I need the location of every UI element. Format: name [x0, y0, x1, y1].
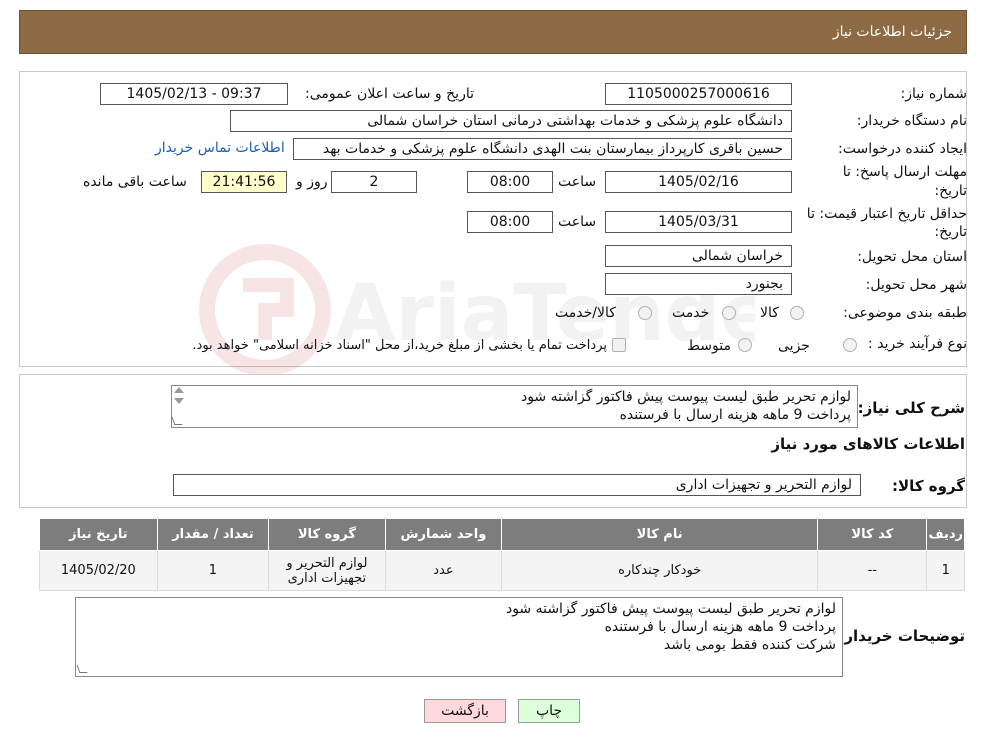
goods-group-field: لوازم التحریر و تجهیزات اداری: [173, 474, 861, 496]
deadline-time-field: 08:00: [467, 171, 553, 193]
goods-group-label: گروه کالا:: [892, 477, 965, 495]
remaining-time-label: ساعت باقی مانده: [83, 174, 187, 190]
category-option-goods-service: کالا/خدمت: [555, 305, 616, 321]
deadline-time-label: ساعت: [558, 174, 597, 190]
province-label: استان محل تحویل:: [857, 249, 967, 265]
buyer-org-label: نام دستگاه خریدار:: [856, 113, 967, 129]
items-table: ردیف کد کالا نام کالا واحد شمارش گروه کا…: [39, 518, 965, 591]
need-number-label: شماره نیاز:: [900, 86, 968, 102]
col-qty: تعداد / مقدار: [156, 518, 270, 551]
remaining-time-field: 21:41:56: [201, 171, 287, 193]
validity-time-field: 08:00: [467, 211, 553, 233]
col-unit: واحد شمارش: [384, 518, 503, 551]
goods-section-title: اطلاعات کالاهای مورد نیاز: [771, 435, 965, 453]
cell-group-line-1: لوازم التحریر و: [286, 555, 368, 571]
announce-date-field: 1405/02/13 - 09:37: [100, 83, 288, 105]
province-field: خراسان شمالی: [605, 245, 792, 267]
buyer-notes-label: توضیحات خریدار:: [838, 627, 965, 645]
cell-group: لوازم التحریر و تجهیزات اداری: [268, 550, 386, 591]
buyer-notes-line-2: پرداخت 9 ماهه هزینه ارسال با فرستنده: [604, 619, 836, 635]
cell-unit: عدد: [384, 550, 503, 591]
description-line-1: لوازم تحریر طبق لیست پیوست پیش فاکتور گز…: [520, 389, 851, 405]
cell-qty: 1: [156, 550, 270, 591]
validity-label: حداقل تاریخ اعتبار قیمت: تا: [806, 206, 967, 222]
deadline-label-date: تاریخ:: [934, 183, 967, 199]
category-radio-goods-service[interactable]: [638, 306, 652, 320]
days-label: روز و: [296, 174, 328, 190]
category-radio-goods[interactable]: [790, 306, 804, 320]
cell-code: --: [817, 550, 928, 591]
process-option-medium: متوسط: [687, 338, 731, 354]
description-label: شرح کلی نیاز:: [857, 399, 965, 417]
cell-name: خودکار چندکاره: [501, 550, 819, 591]
buyer-org-field: دانشگاه علوم پزشکی و خدمات بهداشتی درمان…: [230, 110, 792, 132]
table-row: 1 -- خودکار چندکاره عدد لوازم التحریر و …: [39, 550, 965, 591]
city-field: بجنورد: [605, 273, 792, 295]
process-radio-medium[interactable]: [738, 338, 752, 352]
days-remaining-field: 2: [331, 171, 417, 193]
col-row: ردیف: [926, 518, 965, 551]
col-group: گروه کالا: [268, 518, 386, 551]
process-checkbox-treasury[interactable]: [612, 338, 626, 352]
need-number-field: 1105000257000616: [605, 83, 792, 105]
buyer-contact-link[interactable]: اطلاعات تماس خریدار: [155, 140, 285, 156]
deadline-date-field: 1405/02/16: [605, 171, 792, 193]
category-option-service: خدمت: [672, 305, 710, 321]
buyer-notes-line-3: شرکت کننده فقط بومی باشد: [663, 637, 836, 653]
back-button[interactable]: بازگشت: [424, 699, 506, 723]
print-button[interactable]: چاپ: [518, 699, 580, 723]
process-radio-minor[interactable]: [843, 338, 857, 352]
description-textarea[interactable]: لوازم تحریر طبق لیست پیوست پیش فاکتور گز…: [171, 385, 858, 428]
cell-group-line-2: تجهیزات اداری: [287, 570, 367, 586]
page-title: جزئیات اطلاعات نیاز: [832, 24, 952, 40]
category-label: طبقه بندی موضوعی:: [843, 305, 967, 321]
items-table-header: ردیف کد کالا نام کالا واحد شمارش گروه کا…: [39, 518, 965, 551]
city-label: شهر محل تحویل:: [865, 277, 967, 293]
scroll-up-icon[interactable]: [174, 387, 184, 393]
col-name: نام کالا: [501, 518, 819, 551]
process-note: پرداخت تمام یا بخشی از مبلغ خرید،از محل …: [192, 338, 607, 353]
buyer-notes-line-1: لوازم تحریر طبق لیست پیوست پیش فاکتور گز…: [505, 601, 836, 617]
deadline-label: مهلت ارسال پاسخ: تا: [842, 164, 967, 180]
validity-date-field: 1405/03/31: [605, 211, 792, 233]
cell-row: 1: [926, 550, 965, 591]
validity-time-label: ساعت: [558, 214, 597, 230]
watermark-hand-icon: [243, 278, 294, 340]
page-header: جزئیات اطلاعات نیاز: [19, 10, 967, 54]
creator-field: حسین باقری کارپرداز بیمارستان بنت الهدی …: [293, 138, 792, 160]
col-code: کد کالا: [817, 518, 928, 551]
announce-date-label: تاریخ و ساعت اعلان عمومی:: [305, 86, 474, 102]
cell-date: 1405/02/20: [39, 550, 158, 591]
creator-label: ایجاد کننده درخواست:: [838, 141, 967, 157]
buyer-notes-textarea[interactable]: لوازم تحریر طبق لیست پیوست پیش فاکتور گز…: [75, 597, 843, 677]
category-option-goods: کالا: [760, 305, 779, 321]
scroll-down-icon[interactable]: [174, 398, 184, 404]
col-date: تاریخ نیاز: [39, 518, 158, 551]
category-radio-service[interactable]: [722, 306, 736, 320]
process-option-minor: جزیی: [778, 338, 810, 354]
validity-label-date: تاریخ:: [934, 224, 967, 240]
description-line-2: پرداخت 9 ماهه هزینه ارسال با فرستنده: [619, 407, 851, 423]
process-type-label: نوع فرآیند خرید :: [868, 336, 967, 352]
